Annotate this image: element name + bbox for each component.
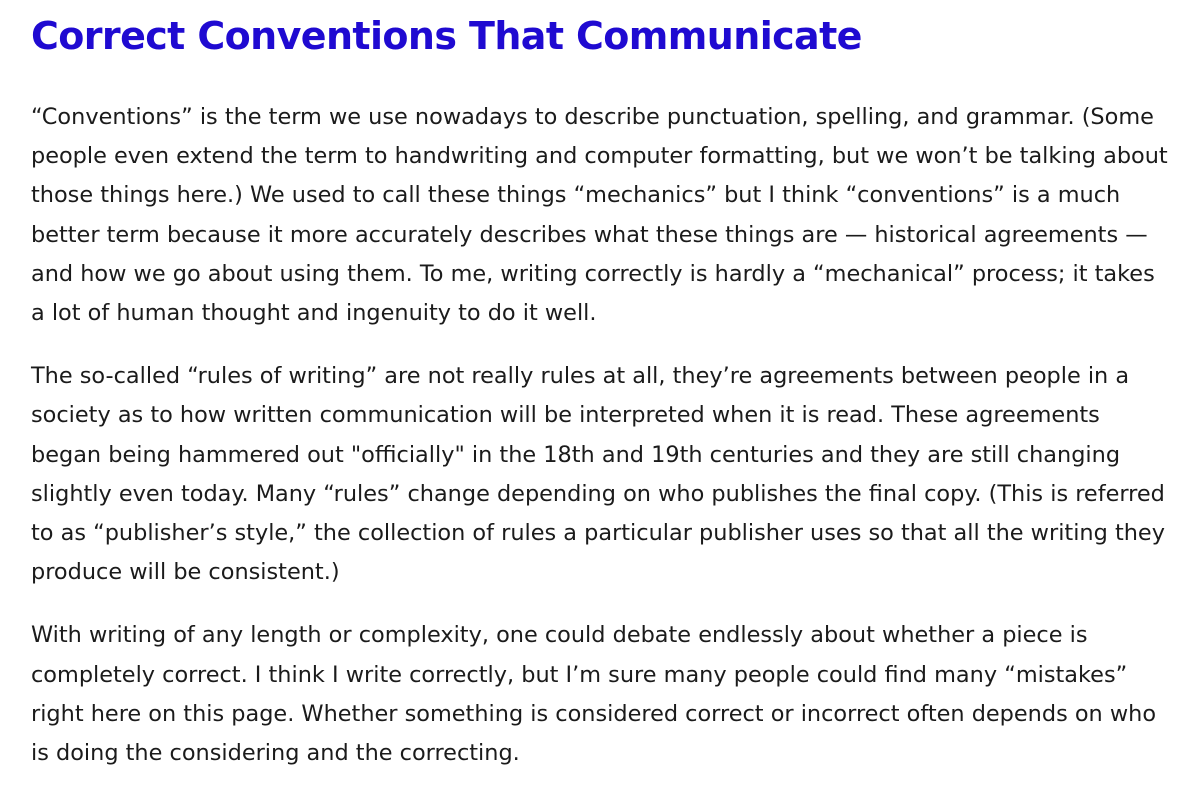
page-title: Correct Conventions That Communicate [31,14,862,58]
paragraph-correctness-debate: With writing of any length or complexity… [31,622,1157,767]
article: Correct Conventions That Communicate “Co… [0,0,1200,800]
paragraph-conventions-definition: “Conventions” is the term we use nowaday… [31,104,1168,327]
paragraph-rules-of-writing: The so-called “rules of writing” are not… [31,363,1165,586]
